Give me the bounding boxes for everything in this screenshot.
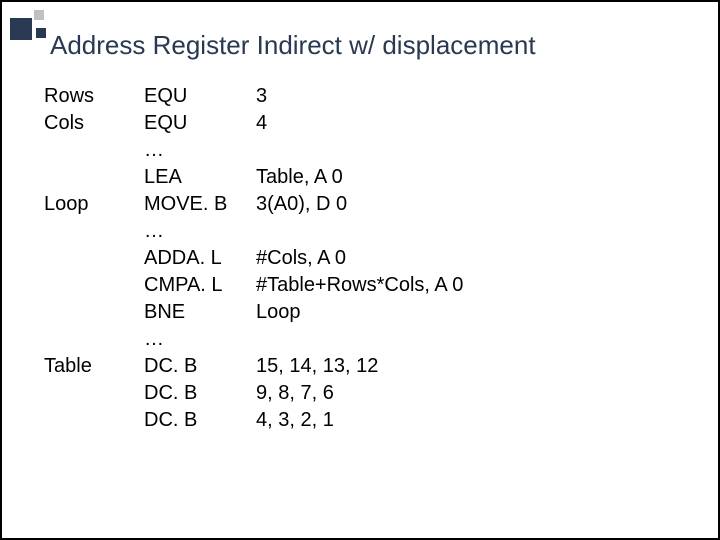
code-line: Loop MOVE. B 3(A0), D 0 bbox=[44, 191, 718, 218]
code-line: Cols EQU 4 bbox=[44, 110, 718, 137]
operand: 3 bbox=[256, 83, 718, 110]
operand: #Table+Rows*Cols, A 0 bbox=[256, 272, 718, 299]
label: Table bbox=[44, 353, 144, 380]
operand: 4 bbox=[256, 110, 718, 137]
label: Loop bbox=[44, 191, 144, 218]
slide-decoration bbox=[10, 10, 46, 40]
mnemonic: CMPA. L bbox=[144, 272, 256, 299]
mnemonic: DC. B bbox=[144, 380, 256, 407]
mnemonic: DC. B bbox=[144, 407, 256, 434]
operand bbox=[256, 326, 718, 353]
label bbox=[44, 380, 144, 407]
operand: 3(A0), D 0 bbox=[256, 191, 718, 218]
slide-title: Address Register Indirect w/ displacemen… bbox=[2, 2, 718, 61]
code-line: … bbox=[44, 137, 718, 164]
operand bbox=[256, 137, 718, 164]
code-listing: Rows EQU 3 Cols EQU 4 … LEA Table, A 0 L… bbox=[2, 61, 718, 434]
mnemonic: EQU bbox=[144, 110, 256, 137]
label: Rows bbox=[44, 83, 144, 110]
mnemonic: LEA bbox=[144, 164, 256, 191]
code-line: Table DC. B 15, 14, 13, 12 bbox=[44, 353, 718, 380]
label bbox=[44, 164, 144, 191]
operand: Table, A 0 bbox=[256, 164, 718, 191]
operand: 9, 8, 7, 6 bbox=[256, 380, 718, 407]
operand: Loop bbox=[256, 299, 718, 326]
mnemonic: DC. B bbox=[144, 353, 256, 380]
code-line: DC. B 4, 3, 2, 1 bbox=[44, 407, 718, 434]
operand: 4, 3, 2, 1 bbox=[256, 407, 718, 434]
mnemonic: ADDA. L bbox=[144, 245, 256, 272]
label: Cols bbox=[44, 110, 144, 137]
label bbox=[44, 245, 144, 272]
operand: #Cols, A 0 bbox=[256, 245, 718, 272]
mnemonic: … bbox=[144, 137, 256, 164]
label bbox=[44, 218, 144, 245]
label bbox=[44, 137, 144, 164]
code-line: LEA Table, A 0 bbox=[44, 164, 718, 191]
code-line: BNE Loop bbox=[44, 299, 718, 326]
mnemonic: … bbox=[144, 326, 256, 353]
code-line: DC. B 9, 8, 7, 6 bbox=[44, 380, 718, 407]
operand: 15, 14, 13, 12 bbox=[256, 353, 718, 380]
mnemonic: EQU bbox=[144, 83, 256, 110]
code-line: … bbox=[44, 326, 718, 353]
label bbox=[44, 326, 144, 353]
code-line: ADDA. L #Cols, A 0 bbox=[44, 245, 718, 272]
operand bbox=[256, 218, 718, 245]
code-line: CMPA. L #Table+Rows*Cols, A 0 bbox=[44, 272, 718, 299]
mnemonic: … bbox=[144, 218, 256, 245]
mnemonic: BNE bbox=[144, 299, 256, 326]
label bbox=[44, 272, 144, 299]
code-line: Rows EQU 3 bbox=[44, 83, 718, 110]
label bbox=[44, 299, 144, 326]
label bbox=[44, 407, 144, 434]
code-line: … bbox=[44, 218, 718, 245]
mnemonic: MOVE. B bbox=[144, 191, 256, 218]
